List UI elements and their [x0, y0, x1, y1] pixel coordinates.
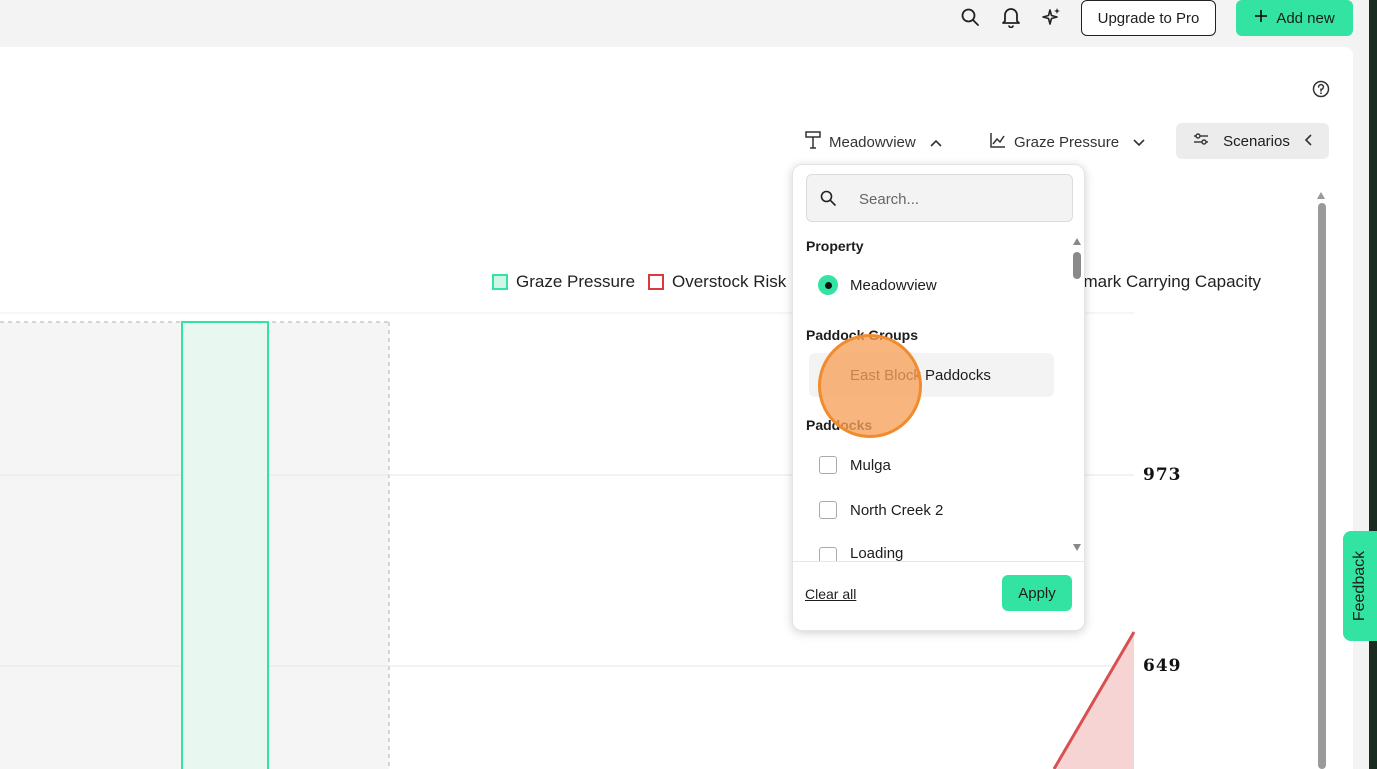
dropdown-scrollbar-thumb[interactable] [1073, 252, 1081, 279]
clear-all-link[interactable]: Clear all [805, 586, 856, 602]
paddocks-section-title: Paddocks [806, 417, 873, 433]
page-scrollbar-thumb[interactable] [1318, 203, 1326, 769]
graze-pressure-bar [181, 321, 269, 769]
dropdown-scrollbar[interactable] [1072, 237, 1082, 553]
option-label: Meadowview [850, 276, 937, 294]
paddock-groups-section-title: Paddock Groups [806, 327, 919, 343]
scroll-up-arrow-icon [1317, 192, 1325, 199]
property-option-meadowview[interactable]: Meadowview [806, 263, 1054, 307]
dropdown-search[interactable] [806, 174, 1073, 222]
property-dropdown: Property Meadowview Paddock Groups East … [792, 164, 1085, 631]
search-icon [820, 190, 836, 211]
scroll-down-arrow-icon [1073, 544, 1081, 551]
paddock-option-loading[interactable]: Loading [806, 543, 1054, 561]
checkbox[interactable] [819, 547, 837, 561]
right-edge-strip [1369, 0, 1377, 769]
paddock-option-mulga[interactable]: Mulga [806, 443, 1054, 487]
group-option-east-block-paddocks[interactable]: East Block Paddocks [809, 353, 1054, 397]
option-label: Loading [850, 545, 904, 561]
dropdown-list[interactable]: Property Meadowview Paddock Groups East … [793, 165, 1084, 561]
property-section-title: Property [806, 238, 864, 254]
option-label: East Block Paddocks [850, 366, 991, 384]
search-input[interactable] [859, 187, 1059, 211]
paddock-option-north-creek-2[interactable]: North Creek 2 [806, 488, 1054, 532]
apply-button[interactable]: Apply [1002, 575, 1072, 611]
option-label: Mulga [850, 456, 891, 474]
option-label: North Creek 2 [850, 501, 944, 519]
y-tick-label: 649 [1143, 656, 1182, 676]
checkbox[interactable] [819, 456, 837, 474]
dropdown-footer: Clear all Apply [793, 561, 1084, 631]
y-tick-label: 973 [1143, 465, 1182, 485]
feedback-label: Feedback [1351, 550, 1369, 622]
chart [0, 312, 1136, 769]
scroll-up-arrow-icon [1073, 238, 1081, 245]
feedback-tab[interactable]: Feedback [1343, 531, 1377, 641]
checkbox[interactable] [819, 501, 837, 519]
radio-selected[interactable] [818, 275, 838, 295]
